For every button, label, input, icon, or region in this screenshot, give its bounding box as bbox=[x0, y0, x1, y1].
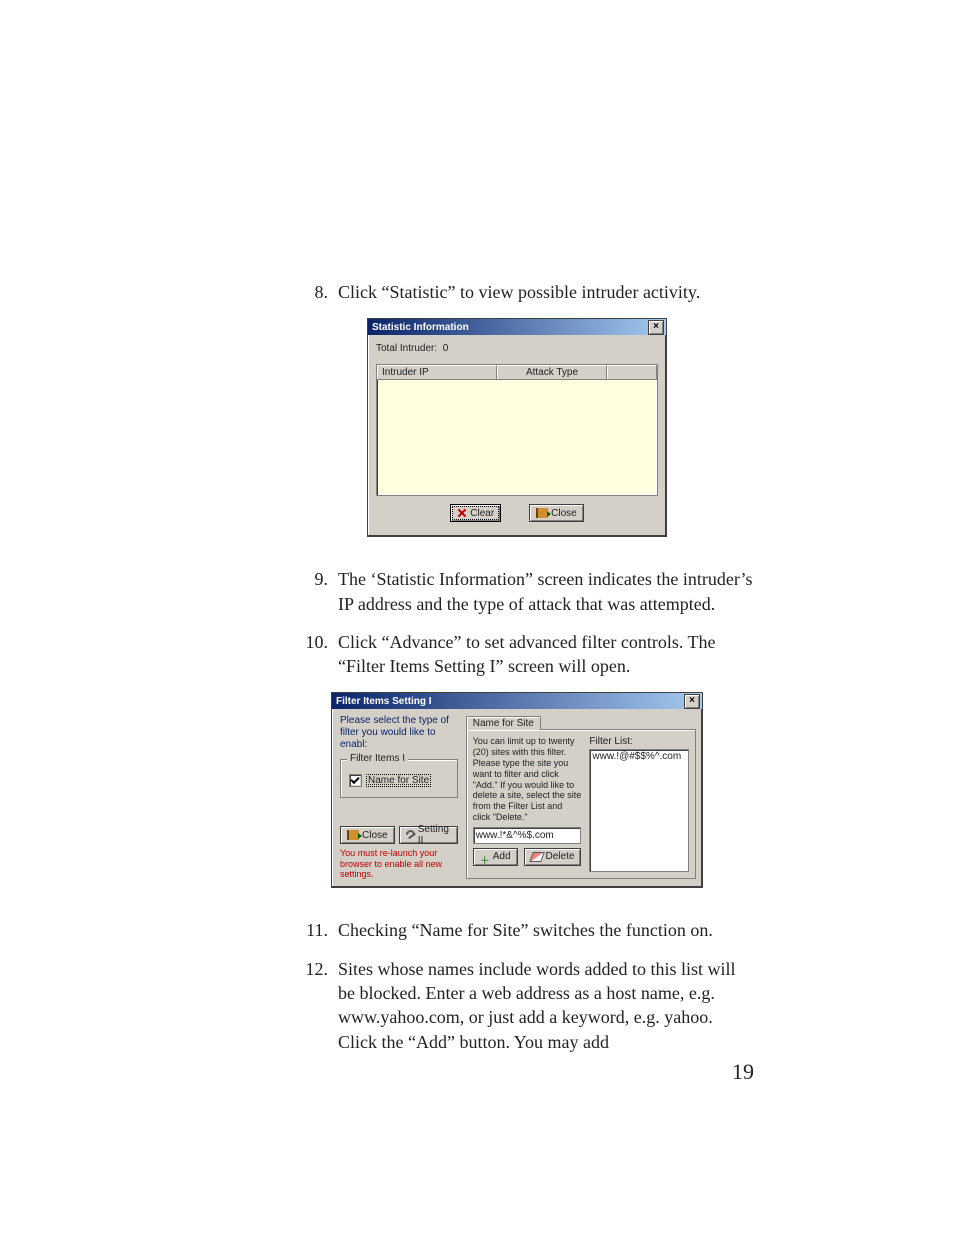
tab-name-for-site[interactable]: Name for Site bbox=[466, 716, 541, 730]
list-item: 12. Sites whose names include words adde… bbox=[280, 957, 754, 1054]
dialog-title: Statistic Information bbox=[372, 322, 469, 333]
list-item: 8. Click “Statistic” to view possible in… bbox=[280, 280, 754, 304]
add-button-label: Add bbox=[493, 851, 511, 862]
titlebar: Statistic Information × bbox=[368, 319, 666, 335]
instruction-text: Please select the type of filter you wou… bbox=[340, 715, 458, 751]
dialog-button-row: Clear Close bbox=[376, 496, 658, 528]
right-panel: Name for Site You can limit up to twenty… bbox=[466, 715, 697, 879]
clear-icon bbox=[457, 508, 467, 518]
document-page: 8. Click “Statistic” to view possible in… bbox=[0, 0, 954, 1235]
close-button-label: Close bbox=[551, 508, 577, 519]
dialog-title: Filter Items Setting I bbox=[336, 696, 432, 707]
clear-button-label: Clear bbox=[470, 508, 494, 519]
delete-button[interactable]: Delete bbox=[524, 848, 582, 866]
list-item: 10. Click “Advance” to set advanced filt… bbox=[280, 630, 754, 679]
list-text: Click “Statistic” to view possible intru… bbox=[338, 280, 754, 304]
window-close-button[interactable]: × bbox=[648, 320, 664, 335]
close-button[interactable]: Close bbox=[529, 504, 584, 522]
dialog-body: Total Intruder: 0 Intruder IP Attack Typ… bbox=[368, 335, 666, 536]
dialog-body: Please select the type of filter you wou… bbox=[332, 709, 702, 887]
column-attack-type[interactable]: Attack Type bbox=[497, 365, 607, 379]
list-number: 9. bbox=[280, 567, 338, 616]
statistic-information-dialog: Statistic Information × Total Intruder: … bbox=[367, 318, 667, 537]
list-text: Checking “Name for Site” switches the fu… bbox=[338, 918, 754, 942]
relaunch-warning: You must re-launch your browser to enabl… bbox=[340, 848, 458, 879]
setting-ii-button-label: Setting II bbox=[418, 824, 451, 846]
door-icon bbox=[536, 508, 548, 518]
total-intruder-label: Total Intruder: bbox=[376, 343, 437, 354]
add-button[interactable]: ＋ Add bbox=[473, 848, 518, 866]
filter-items-setting-dialog: Filter Items Setting I × Please select t… bbox=[331, 692, 703, 888]
left-button-row: Close Setting II bbox=[340, 806, 458, 844]
close-button-label: Close bbox=[362, 830, 388, 841]
filter-items-groupbox: Filter Items I Name for Site bbox=[340, 759, 458, 798]
name-for-site-checkbox-label: Name for Site bbox=[366, 774, 431, 787]
page-number: 19 bbox=[732, 1059, 754, 1085]
clear-button[interactable]: Clear bbox=[450, 504, 501, 522]
filter-list[interactable]: www.!@#$$%^.com bbox=[589, 749, 689, 872]
setting-ii-button[interactable]: Setting II bbox=[399, 826, 458, 844]
eraser-icon bbox=[529, 852, 545, 862]
list-number: 12. bbox=[280, 957, 338, 1054]
tab-left-column: You can limit up to twenty (20) sites wi… bbox=[473, 736, 582, 872]
list-item: 9. The ‘Statistic Information” screen in… bbox=[280, 567, 754, 616]
tab-right-column: Filter List: www.!@#$$%^.com bbox=[589, 736, 689, 872]
column-intruder-ip[interactable]: Intruder IP bbox=[377, 365, 497, 379]
list-number: 8. bbox=[280, 280, 338, 304]
delete-button-label: Delete bbox=[546, 851, 575, 862]
filter-list-item[interactable]: www.!@#$$%^.com bbox=[592, 751, 686, 762]
limit-text: You can limit up to twenty (20) sites wi… bbox=[473, 736, 582, 822]
list-text: The ‘Statistic Information” screen indic… bbox=[338, 567, 754, 616]
name-for-site-checkbox[interactable] bbox=[349, 774, 362, 787]
tab-pane: Name for Site You can limit up to twenty… bbox=[466, 715, 697, 879]
window-close-button[interactable]: × bbox=[684, 694, 700, 709]
wrench-icon bbox=[406, 830, 415, 841]
name-for-site-checkbox-row[interactable]: Name for Site bbox=[349, 774, 449, 787]
listview-headers: Intruder IP Attack Type bbox=[377, 365, 657, 380]
groupbox-legend: Filter Items I bbox=[347, 753, 408, 764]
list-number: 10. bbox=[280, 630, 338, 679]
tab-page: You can limit up to twenty (20) sites wi… bbox=[466, 729, 697, 879]
list-text: Click “Advance” to set advanced filter c… bbox=[338, 630, 754, 679]
site-input[interactable]: www.!*&^%$.com bbox=[473, 827, 582, 844]
filter-list-label: Filter List: bbox=[589, 736, 689, 747]
total-intruder-value: 0 bbox=[443, 343, 449, 354]
door-icon bbox=[347, 830, 359, 840]
total-intruder-line: Total Intruder: 0 bbox=[376, 343, 658, 354]
list-item: 11. Checking “Name for Site” switches th… bbox=[280, 918, 754, 942]
add-delete-row: ＋ Add Delete bbox=[473, 848, 582, 866]
left-panel: Please select the type of filter you wou… bbox=[340, 715, 458, 879]
close-button[interactable]: Close bbox=[340, 826, 395, 844]
add-icon: ＋ bbox=[480, 852, 490, 862]
titlebar: Filter Items Setting I × bbox=[332, 693, 702, 709]
intruder-listview[interactable]: Intruder IP Attack Type bbox=[376, 364, 658, 496]
column-empty[interactable] bbox=[607, 365, 657, 379]
list-number: 11. bbox=[280, 918, 338, 942]
list-text: Sites whose names include words added to… bbox=[338, 957, 754, 1054]
